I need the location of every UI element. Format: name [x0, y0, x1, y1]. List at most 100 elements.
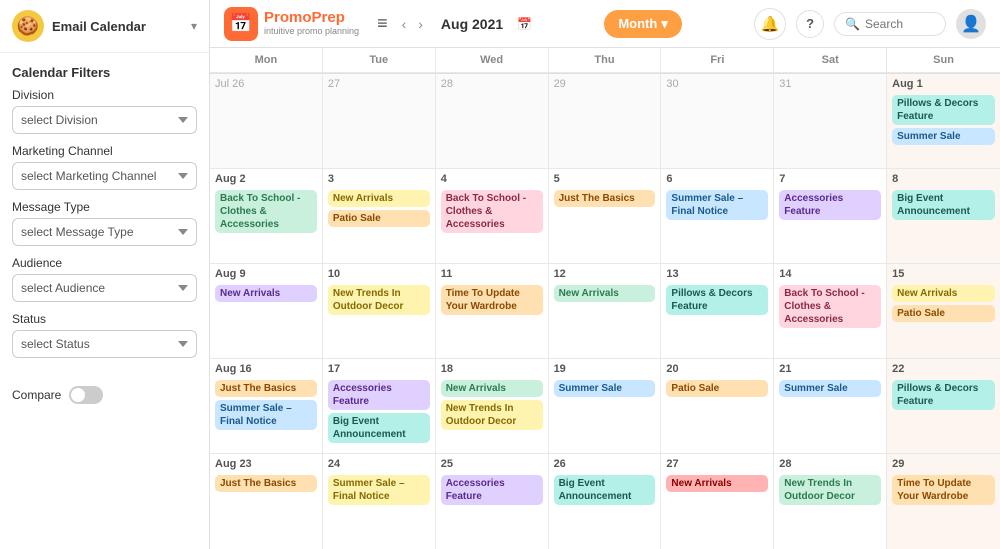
calendar-event[interactable]: Summer Sale	[554, 380, 656, 397]
calendar-event[interactable]: Pillows & Decors Feature	[892, 95, 995, 125]
calendar-event[interactable]: New Arrivals	[666, 475, 768, 492]
day-number: 4	[441, 173, 543, 185]
compare-label: Compare	[12, 388, 61, 402]
calendar-cell: 6 Summer Sale – Final Notice	[661, 169, 774, 263]
calendar-event[interactable]: Time To Update Your Wardrobe	[441, 285, 543, 315]
calendar-event[interactable]: Pillows & Decors Feature	[666, 285, 768, 315]
day-number: 31	[779, 78, 881, 90]
calendar-cell: Jul 26	[210, 74, 323, 168]
chevron-down-icon: ▾	[661, 16, 668, 32]
calendar-event[interactable]: Accessories Feature	[328, 380, 430, 410]
calendar-event[interactable]: Big Event Announcement	[328, 413, 430, 443]
calendar-cell: Aug 1 Pillows & Decors Feature Summer Sale	[887, 74, 1000, 168]
calendar-event[interactable]: Back To School - Clothes & Accessories	[441, 190, 543, 233]
day-number: 27	[666, 458, 768, 470]
chevron-down-icon[interactable]: ▾	[191, 19, 197, 33]
day-number: 24	[328, 458, 430, 470]
month-button[interactable]: Month ▾	[604, 10, 682, 38]
calendar-event[interactable]: Back To School - Clothes & Accessories	[215, 190, 317, 233]
calendar-event[interactable]: Big Event Announcement	[554, 475, 656, 505]
calendar-cell: 27 New Arrivals	[661, 454, 774, 549]
user-avatar[interactable]: 👤	[956, 9, 986, 39]
day-header-thu: Thu	[549, 48, 662, 73]
calendar-event[interactable]: Summer Sale	[779, 380, 881, 397]
day-header-tue: Tue	[323, 48, 436, 73]
sidebar: 🍪 Email Calendar ▾ Calendar Filters Divi…	[0, 0, 210, 549]
calendar-event[interactable]: Just The Basics	[554, 190, 656, 207]
calendar-cell: 20 Patio Sale	[661, 359, 774, 453]
calendar-event[interactable]: New Arrivals	[554, 285, 656, 302]
current-date: Aug 2021	[441, 16, 503, 32]
calendar-cell: 5Just The Basics	[549, 169, 662, 263]
filters-title: Calendar Filters	[12, 65, 197, 80]
day-number: 7	[779, 173, 881, 185]
day-number: 21	[779, 363, 881, 375]
calendar-event[interactable]: Accessories Feature	[779, 190, 881, 220]
calendar-event[interactable]: Summer Sale	[892, 128, 995, 145]
calendar-event[interactable]: Time To Update Your Wardrobe	[892, 475, 995, 505]
calendar-event[interactable]: Back To School - Clothes & Accessories	[779, 285, 881, 328]
day-number: 6	[666, 173, 768, 185]
day-number: 14	[779, 268, 881, 280]
next-arrow-icon[interactable]: ›	[414, 14, 427, 34]
calendar-icon[interactable]: 📅	[517, 17, 532, 31]
search-box: 🔍	[834, 12, 946, 36]
calendar-event[interactable]: Summer Sale – Final Notice	[666, 190, 768, 220]
calendar-event[interactable]: New Trends In Outdoor Decor	[779, 475, 881, 505]
search-input[interactable]	[865, 17, 935, 31]
day-number: 11	[441, 268, 543, 280]
help-button[interactable]: ?	[796, 10, 824, 38]
audience-select[interactable]: select Audience	[12, 274, 197, 302]
filters-section: Calendar Filters Division select Divisio…	[0, 53, 209, 380]
calendar-cell: 7 Accessories Feature	[774, 169, 887, 263]
calendar-event[interactable]: New Arrivals	[892, 285, 995, 302]
topbar: 📅 PromoPrep intuitive promo planning ≡ ‹…	[210, 0, 1000, 48]
calendar-cell: 21 Summer Sale	[774, 359, 887, 453]
calendar-event[interactable]: Just The Basics	[215, 380, 317, 397]
day-number: Aug 9	[215, 268, 317, 280]
calendar-cell: Aug 16 Just The Basics Summer Sale – Final…	[210, 359, 323, 453]
calendar-event[interactable]: Patio Sale	[666, 380, 768, 397]
calendar-event[interactable]: New Trends In Outdoor Decor	[441, 400, 543, 430]
calendar-event[interactable]: New Arrivals	[328, 190, 430, 207]
calendar-event[interactable]: New Arrivals	[215, 285, 317, 302]
prev-arrow-icon[interactable]: ‹	[398, 14, 411, 34]
day-number: 26	[554, 458, 656, 470]
day-header-mon: Mon	[210, 48, 323, 73]
calendar-cell: 11 Time To Update Your Wardrobe	[436, 264, 549, 358]
day-number: Aug 16	[215, 363, 317, 375]
calendar-event[interactable]: Patio Sale	[892, 305, 995, 322]
calendar-cell: 29Time To Update Your Wardrobe	[887, 454, 1000, 549]
logo-text: PromoPrep intuitive promo planning	[264, 10, 359, 36]
calendar-event[interactable]: Summer Sale – Final Notice	[215, 400, 317, 430]
calendar-event[interactable]: Just The Basics	[215, 475, 317, 492]
calendar-cell: 18New ArrivalsNew Trends In Outdoor Deco…	[436, 359, 549, 453]
bell-button[interactable]: 🔔	[754, 8, 786, 40]
bell-icon: 🔔	[761, 15, 780, 33]
day-number: 10	[328, 268, 430, 280]
calendar-event[interactable]: Accessories Feature	[441, 475, 543, 505]
calendar-cell: 28New Trends In Outdoor Decor	[774, 454, 887, 549]
menu-icon[interactable]: ≡	[377, 13, 388, 34]
day-number: Aug 2	[215, 173, 317, 185]
day-number: Aug 23	[215, 458, 317, 470]
calendar-event[interactable]: Patio Sale	[328, 210, 430, 227]
calendar-event[interactable]: New Arrivals	[441, 380, 543, 397]
status-select[interactable]: select Status	[12, 330, 197, 358]
marketing-select[interactable]: select Marketing Channel	[12, 162, 197, 190]
division-select[interactable]: select Division	[12, 106, 197, 134]
day-number: 20	[666, 363, 768, 375]
day-number: Aug 1	[892, 78, 995, 90]
calendar-cell: Aug 9 New Arrivals	[210, 264, 323, 358]
calendar-cell: 13Pillows & Decors Feature	[661, 264, 774, 358]
compare-toggle[interactable]	[69, 386, 103, 404]
calendar-event[interactable]: New Trends In Outdoor Decor	[328, 285, 430, 315]
calendar-body: Jul 262728293031Aug 1Pillows & Decors Fe…	[210, 74, 1000, 549]
calendar-event[interactable]: Pillows & Decors Feature	[892, 380, 995, 410]
calendar-cell: 25Accessories Feature	[436, 454, 549, 549]
message-select[interactable]: select Message Type	[12, 218, 197, 246]
calendar-event[interactable]: Big Event Announcement	[892, 190, 995, 220]
calendar-cell: Aug 2 Back To School - Clothes & Accessor…	[210, 169, 323, 263]
calendar-event[interactable]: Summer Sale – Final Notice	[328, 475, 430, 505]
search-icon: 🔍	[845, 17, 860, 31]
